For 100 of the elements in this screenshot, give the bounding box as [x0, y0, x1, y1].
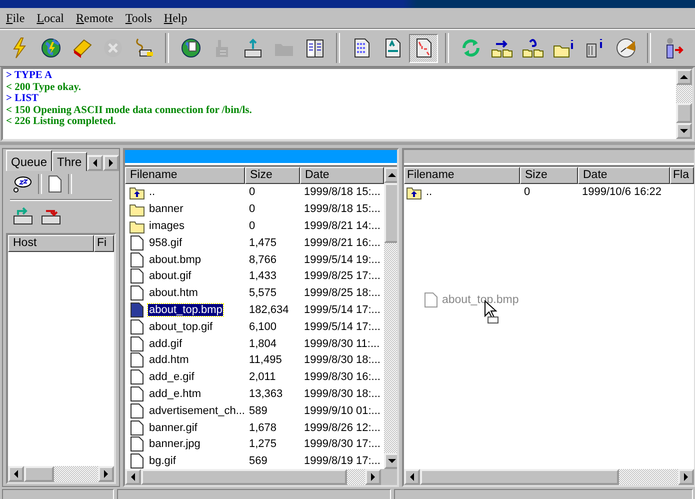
file-icon[interactable] [48, 175, 62, 193]
file-name[interactable]: add_e.gif [148, 371, 196, 384]
column-header[interactable]: Host [8, 235, 94, 252]
file-icon [129, 436, 145, 452]
file-icon [129, 352, 145, 368]
file-size: 8,766 [248, 254, 278, 266]
log-line: > LIST [6, 93, 40, 104]
vertical-scrollbar[interactable] [676, 69, 692, 139]
menu-item[interactable]: Remote [76, 10, 114, 26]
file-icon [129, 268, 145, 284]
file-icon [129, 285, 145, 302]
file-name[interactable]: about.htm [148, 287, 199, 300]
file-name[interactable]: banner.jpg [148, 438, 202, 450]
file-name[interactable]: about.bmp [148, 254, 202, 266]
file-date: 1999/8/21 16:... [303, 236, 382, 249]
file-size: 5,575 [248, 287, 278, 300]
file-size: 0 [248, 220, 256, 232]
file-date: 1999/8/30 16:... [303, 371, 382, 384]
file-name[interactable]: .. [425, 186, 434, 198]
column-header[interactable]: Size [520, 167, 578, 184]
file-name[interactable]: bg.gif [148, 455, 177, 468]
file-name[interactable]: about_top.gif [148, 320, 214, 333]
file-date: 1999/8/25 18:... [303, 287, 382, 300]
file-date: 1999/10/6 16:22 [581, 186, 662, 198]
file-size: 569 [248, 455, 268, 468]
file-date: 1999/8/30 18:... [303, 354, 382, 366]
file-name[interactable]: 958.gif [148, 236, 184, 249]
file-name[interactable]: about.gif [148, 270, 192, 282]
log-line: > TYPE A [6, 70, 54, 82]
upload-tray-icon[interactable] [12, 207, 34, 225]
column-header[interactable]: Filename [404, 167, 520, 184]
file-date: 1999/8/30 18:... [303, 388, 382, 400]
tab[interactable]: Thre [52, 152, 87, 171]
file-icon [129, 252, 145, 268]
menu-item[interactable]: Tools [125, 10, 152, 26]
folders-question-icon [520, 36, 544, 60]
file-date: 1999/8/26 12:... [303, 422, 382, 434]
file-size: 0 [248, 186, 256, 198]
file-date: 1999/8/30 17:... [303, 438, 382, 450]
file-name[interactable]: images [148, 220, 186, 232]
file-date: 1999/8/30 11:... [303, 338, 381, 350]
file-date: 1999/5/14 17:... [303, 304, 382, 316]
dragged-file-name: about_top.bmp [442, 294, 519, 306]
file-name[interactable]: banner.gif [148, 422, 198, 434]
vertical-scrollbar[interactable] [384, 167, 397, 469]
tab[interactable]: Queue [6, 150, 52, 171]
file-size: 182,634 [248, 304, 290, 316]
column-header[interactable]: Date [578, 167, 670, 184]
file-size: 0 [248, 203, 256, 216]
file-icon [129, 234, 145, 251]
file-date: 1999/8/25 17:... [303, 270, 382, 282]
column-header[interactable]: Filename [125, 167, 245, 184]
file-size: 13,363 [248, 388, 284, 400]
file-name[interactable]: about_top.bmp [148, 304, 224, 316]
speech-bubble-icon[interactable] [12, 175, 32, 193]
file-icon [129, 302, 145, 318]
tab-scroll-arrows[interactable] [86, 155, 119, 171]
file-name[interactable]: add.gif [148, 338, 184, 350]
globe-page-icon [178, 36, 202, 60]
menu-item[interactable]: File [6, 10, 25, 26]
log-line: < 226 Listing completed. [6, 116, 117, 128]
file-icon [129, 420, 145, 436]
file-icon [129, 336, 145, 352]
file-size: 1,275 [248, 438, 278, 450]
file-date: 1999/8/21 14:... [303, 220, 382, 232]
column-header[interactable]: Date [300, 167, 384, 184]
file-icon [424, 292, 438, 308]
file-name[interactable]: .. [148, 186, 156, 198]
file-icon [129, 402, 145, 419]
file-size: 1,804 [248, 338, 278, 350]
horizontal-scrollbar[interactable] [404, 469, 694, 485]
file-name[interactable]: add_e.htm [148, 388, 202, 400]
column-header[interactable]: Fi [94, 235, 114, 252]
menu-item[interactable]: Local [36, 10, 64, 26]
file-size: 0 [523, 186, 532, 198]
file-size: 6,100 [248, 320, 278, 333]
globe-icon [38, 36, 62, 60]
file-name[interactable]: add.htm [148, 354, 190, 366]
file-date: 1999/9/10 01:... [303, 404, 382, 417]
toolbar-button[interactable] [409, 34, 438, 62]
menu-item[interactable]: Help [164, 10, 188, 26]
file-size: 1,475 [248, 236, 278, 249]
horizontal-scrollbar[interactable] [8, 466, 114, 482]
file-date: 1999/8/18 15:... [303, 203, 382, 216]
log-line: < 200 Type okay. [6, 82, 82, 93]
file-size: 1,433 [248, 270, 278, 282]
file-size: 2,011 [248, 371, 277, 384]
file-name[interactable]: banner [148, 203, 184, 216]
column-header[interactable]: Fla [670, 167, 694, 184]
file-date: 1999/8/19 17:... [303, 455, 382, 468]
file-name[interactable]: advertisement_ch... [148, 404, 246, 417]
file-size: 1,678 [248, 422, 278, 434]
file-icon [129, 318, 145, 335]
column-header[interactable]: Size [245, 167, 300, 184]
file-icon [129, 386, 145, 402]
download-tray-icon[interactable] [40, 207, 62, 225]
gauge-icon [614, 36, 638, 60]
file-size: 589 [248, 404, 268, 417]
file-date: 1999/8/18 15:... [303, 186, 382, 198]
file-icon [129, 369, 145, 386]
